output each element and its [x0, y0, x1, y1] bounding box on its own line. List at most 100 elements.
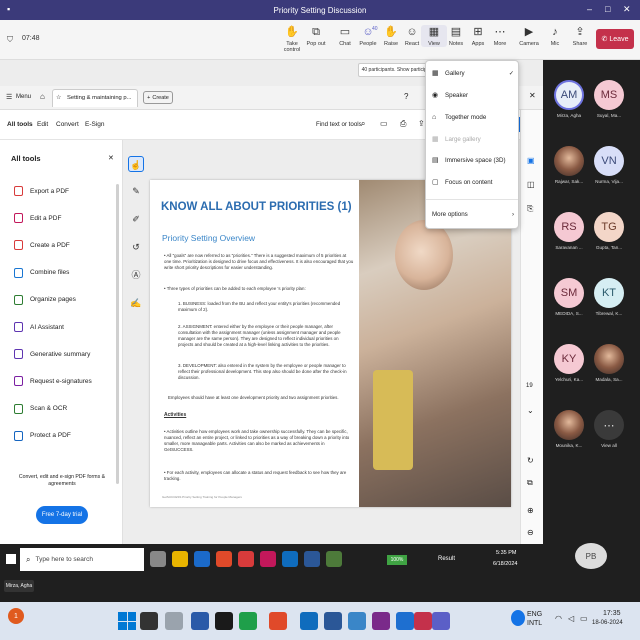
tool-scan-ocr[interactable]: Scan & OCR	[14, 403, 67, 414]
print-icon[interactable]: ⎙	[400, 119, 406, 129]
tool-create-a-pdf[interactable]: Create a PDF	[14, 240, 70, 251]
volume-icon[interactable]: ◁	[568, 614, 574, 623]
bookmark-icon[interactable]: ⎘	[527, 204, 533, 214]
zoom-out-icon[interactable]: ⊖	[527, 528, 534, 537]
taskbar-search-box[interactable]: ⌕ Type here to search	[20, 548, 144, 571]
toolbar-take-control-button[interactable]: ✋ Take control	[279, 25, 305, 53]
taskbar-app-icon[interactable]	[372, 612, 390, 630]
taskbar-app-icon[interactable]	[300, 612, 318, 630]
menu-item-gallery[interactable]: ▦ Gallery ✓	[432, 70, 514, 77]
lasso-icon[interactable]: ↺	[128, 239, 144, 255]
rotate-icon[interactable]: ↻	[527, 456, 534, 465]
inner-taskbar-app-icon[interactable]	[282, 551, 298, 567]
page-down-icon[interactable]: ⌄	[527, 406, 534, 415]
participant-tile[interactable]: RS Saravanan ...	[552, 212, 586, 250]
wifi-icon[interactable]: ◠	[555, 614, 562, 623]
toolbar-share-button[interactable]: ⇪ Share	[567, 25, 593, 47]
menu-item-more-options[interactable]: More options ›	[432, 211, 514, 218]
taskbar-app-icon[interactable]	[239, 612, 257, 630]
tool-request-e-signatures[interactable]: Request e-signatures	[14, 376, 92, 387]
tab-esign[interactable]: E-Sign	[85, 121, 105, 128]
search-icon[interactable]: ⌕	[361, 119, 365, 129]
taskbar-app-icon[interactable]	[191, 612, 209, 630]
menu-item-speaker[interactable]: ◉ Speaker	[432, 92, 468, 99]
tool-protect-a-pdf[interactable]: Protect a PDF	[14, 430, 71, 441]
menu-item-focus-on-content[interactable]: ▢ Focus on content	[432, 179, 492, 186]
taskbar-app-icon[interactable]	[215, 612, 233, 630]
free-trial-button[interactable]: Free 7-day trial	[36, 506, 88, 524]
tab-convert[interactable]: Convert	[56, 121, 79, 128]
tool-edit-a-pdf[interactable]: Edit a PDF	[14, 213, 61, 224]
find-text-label[interactable]: Find text or tools	[316, 121, 362, 128]
mic-icon[interactable]	[511, 610, 525, 626]
edit-panel-icon[interactable]: ▣	[527, 156, 535, 165]
participant-tile[interactable]: MS Suyal, Ma...	[592, 80, 626, 118]
inner-taskbar-app-icon[interactable]	[150, 551, 166, 567]
panel-scrollbar[interactable]	[116, 184, 119, 484]
zoom-in-icon[interactable]: ⊕	[527, 506, 534, 515]
participant-tile[interactable]: Mounika, K...	[552, 410, 586, 448]
windows-start-icon[interactable]	[6, 554, 16, 564]
participant-tile[interactable]: VN Nurma, Vija...	[592, 146, 626, 184]
save-icon[interactable]: ▭	[380, 119, 388, 128]
participant-tile[interactable]: TG Gupta, Tan...	[592, 212, 626, 250]
participant-tile[interactable]: SM MEDIDA, S...	[552, 278, 586, 316]
toolbar-more-button[interactable]: ⋯ More	[487, 25, 513, 47]
lang-indicator[interactable]: ENG	[527, 611, 542, 618]
participant-tile[interactable]: Rajwar, Sak...	[552, 146, 586, 184]
minimize-icon[interactable]: –	[587, 4, 592, 14]
taskbar-app-icon[interactable]	[324, 612, 342, 630]
taskbar-app-icon[interactable]	[140, 612, 158, 630]
participant-tile[interactable]: Madala, Sa...	[592, 344, 626, 382]
window-menu-icon[interactable]: ▪	[7, 4, 10, 14]
tool-generative-summary[interactable]: Generative summary	[14, 349, 90, 360]
notification-badge[interactable]: 1	[8, 608, 24, 624]
participant-tile[interactable]: KT Tibrewal, K...	[592, 278, 626, 316]
comments-panel-icon[interactable]: ◫	[527, 180, 535, 189]
hamburger-menu-icon[interactable]: ☰	[6, 93, 12, 101]
sign-icon[interactable]: ✍	[128, 295, 144, 311]
text-select-icon[interactable]: Ⓐ	[128, 267, 144, 283]
taskbar-app-icon[interactable]	[414, 612, 432, 630]
leave-button[interactable]: ✆ Leave	[596, 29, 634, 49]
pen-icon[interactable]: ✐	[128, 211, 144, 227]
inner-taskbar-app-icon[interactable]	[260, 551, 276, 567]
self-avatar[interactable]: PB	[575, 543, 607, 569]
home-icon[interactable]: ⌂	[40, 92, 45, 101]
participant-tile[interactable]: AM Mirza, Agha	[552, 80, 586, 118]
inner-taskbar-app-icon[interactable]	[172, 551, 188, 567]
tool-export-a-pdf[interactable]: Export a PDF	[14, 186, 69, 196]
toolbar-pop-out-button[interactable]: ⧉ Pop out	[303, 25, 329, 47]
tool-organize-pages[interactable]: Organize pages	[14, 294, 76, 305]
inner-taskbar-app-icon[interactable]	[238, 551, 254, 567]
battery-icon[interactable]: ▭	[580, 614, 588, 623]
cursor-icon[interactable]: ☝	[128, 156, 144, 172]
system-time[interactable]: 17:35	[603, 610, 621, 617]
inner-taskbar-app-icon[interactable]	[304, 551, 320, 567]
document-tab[interactable]: ☆ Setting & maintaining p...	[52, 89, 138, 107]
upload-icon[interactable]: ⇪	[418, 119, 425, 128]
copy-icon[interactable]: ⧉	[527, 478, 533, 488]
taskbar-app-icon[interactable]	[165, 612, 183, 630]
inner-taskbar-app-icon[interactable]	[216, 551, 232, 567]
menu-label[interactable]: Menu	[16, 94, 31, 100]
menu-item-immersive-space[interactable]: ▤ Immersive space (3D)	[432, 157, 506, 164]
toolbar-camera-button[interactable]: ▶ Camera	[516, 25, 542, 47]
participant-tile[interactable]: KY Yelchuri, Ka...	[552, 344, 586, 382]
tab-edit[interactable]: Edit	[37, 121, 48, 128]
windows-start-icon[interactable]	[118, 612, 136, 630]
taskbar-app-icon[interactable]	[432, 612, 450, 630]
maximize-icon[interactable]: □	[605, 4, 610, 14]
tool-ai-assistant[interactable]: AI Assistant	[14, 322, 64, 332]
comment-icon[interactable]: ✎	[128, 183, 144, 199]
create-button[interactable]: + Create	[143, 91, 173, 104]
participant-tile[interactable]: ⋯ View all	[592, 410, 626, 448]
system-date[interactable]: 18-06-2024	[592, 620, 623, 626]
taskbar-app-icon[interactable]	[396, 612, 414, 630]
help-icon[interactable]: ?	[404, 92, 408, 101]
taskbar-app-icon[interactable]	[269, 612, 287, 630]
star-icon[interactable]: ☆	[56, 94, 61, 101]
tab-all-tools[interactable]: All tools	[7, 121, 33, 128]
panel-close-icon[interactable]: ✕	[108, 154, 114, 162]
taskbar-app-icon[interactable]	[348, 612, 366, 630]
